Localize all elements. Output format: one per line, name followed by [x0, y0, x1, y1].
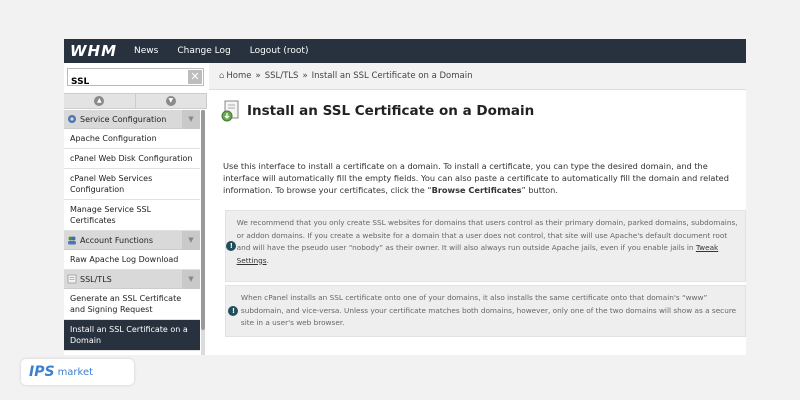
collapse-arrow-icon[interactable]: ▼	[182, 110, 200, 129]
exclamation-icon: !	[226, 241, 237, 251]
change-log-link[interactable]: Change Log	[177, 46, 230, 56]
sidebar-item-generate-ssl[interactable]: Generate an SSL Certificate and Signing …	[64, 289, 200, 320]
news-link[interactable]: News	[134, 46, 158, 56]
category-label: Account Functions	[80, 235, 154, 245]
category-ssl-tls[interactable]: SSL/TLS ▼	[64, 270, 200, 289]
scroll-up-button[interactable]: ▲	[64, 94, 136, 108]
ssl-certificate-icon	[221, 100, 241, 122]
sidebar: ✕ ▲ ▼ Service Configuration ▼ Apache Con…	[64, 63, 207, 355]
clear-search-button[interactable]: ✕	[188, 70, 202, 84]
category-account-functions[interactable]: Account Functions ▼	[64, 231, 200, 250]
info-alert-ssl-domains: ! We recommend that you only create SSL …	[225, 210, 746, 282]
breadcrumb-section[interactable]: SSL/TLS	[265, 71, 299, 81]
page-header: Install an SSL Certificate on a Domain	[209, 100, 746, 122]
sidebar-item-raw-apache-log[interactable]: Raw Apache Log Download	[64, 250, 200, 270]
search-box: ✕	[67, 68, 204, 90]
top-nav: News Change Log Logout (root)	[134, 46, 327, 56]
whm-logo[interactable]: WHM	[70, 42, 134, 60]
ips-logo: IPS	[29, 364, 55, 380]
intro-suffix: ” button.	[521, 185, 558, 195]
certificate-icon	[67, 274, 77, 284]
exclamation-icon: !	[228, 306, 239, 316]
category-label: SSL/TLS	[80, 274, 112, 284]
scrollbar-thumb[interactable]	[201, 110, 205, 330]
category-label: Service Configuration	[80, 114, 167, 124]
breadcrumb: ⌂ Home » SSL/TLS » Install an SSL Certif…	[209, 63, 746, 90]
intro-browse-label: Browse Certificates	[431, 185, 522, 195]
gear-icon	[67, 114, 77, 124]
top-bar: WHM News Change Log Logout (root)	[64, 39, 746, 63]
ips-market-badge: IPS market	[21, 359, 134, 385]
sidebar-scrollbar[interactable]	[201, 110, 205, 355]
home-icon[interactable]: ⌂	[219, 71, 224, 81]
scroll-buttons: ▲ ▼	[64, 93, 207, 109]
chevron-down-icon: ▼	[165, 96, 176, 106]
whm-window: WHM News Change Log Logout (root) ✕ ▲ ▼ …	[64, 39, 746, 355]
search-input[interactable]	[68, 74, 178, 90]
breadcrumb-current: Install an SSL Certificate on a Domain	[311, 71, 473, 81]
page-title: Install an SSL Certificate on a Domain	[247, 103, 535, 119]
breadcrumb-home[interactable]: Home	[226, 71, 251, 81]
main-content: ⌂ Home » SSL/TLS » Install an SSL Certif…	[209, 63, 746, 355]
nav-list: Service Configuration ▼ Apache Configura…	[64, 110, 200, 351]
sidebar-item-manage-service-ssl[interactable]: Manage Service SSL Certificates	[64, 200, 200, 231]
logout-link[interactable]: Logout (root)	[250, 46, 309, 56]
intro-text: Use this interface to install a certific…	[223, 160, 738, 196]
market-label: market	[57, 366, 94, 378]
alert-text: We recommend that you only create SSL we…	[237, 211, 745, 281]
breadcrumb-separator: »	[302, 71, 308, 81]
users-icon	[67, 235, 77, 245]
alert1-body: We recommend that you only create SSL we…	[236, 218, 738, 252]
scroll-down-button[interactable]: ▼	[136, 94, 207, 108]
collapse-arrow-icon[interactable]: ▼	[182, 231, 200, 250]
sidebar-item-install-ssl[interactable]: Install an SSL Certificate on a Domain	[64, 320, 200, 351]
sidebar-item-cpanel-web-services[interactable]: cPanel Web Services Configuration	[64, 169, 200, 200]
alert1-end: .	[266, 255, 269, 265]
category-service-configuration[interactable]: Service Configuration ▼	[64, 110, 200, 129]
sidebar-item-cpanel-web-disk[interactable]: cPanel Web Disk Configuration	[64, 149, 200, 169]
info-alert-www-subdomain: ! When cPanel installs an SSL certificat…	[225, 285, 746, 337]
sidebar-item-apache-configuration[interactable]: Apache Configuration	[64, 129, 200, 149]
chevron-up-icon: ▲	[94, 96, 105, 106]
alert-text: When cPanel installs an SSL certificate …	[240, 293, 737, 327]
breadcrumb-separator: »	[255, 71, 261, 81]
collapse-arrow-icon[interactable]: ▼	[182, 270, 200, 289]
